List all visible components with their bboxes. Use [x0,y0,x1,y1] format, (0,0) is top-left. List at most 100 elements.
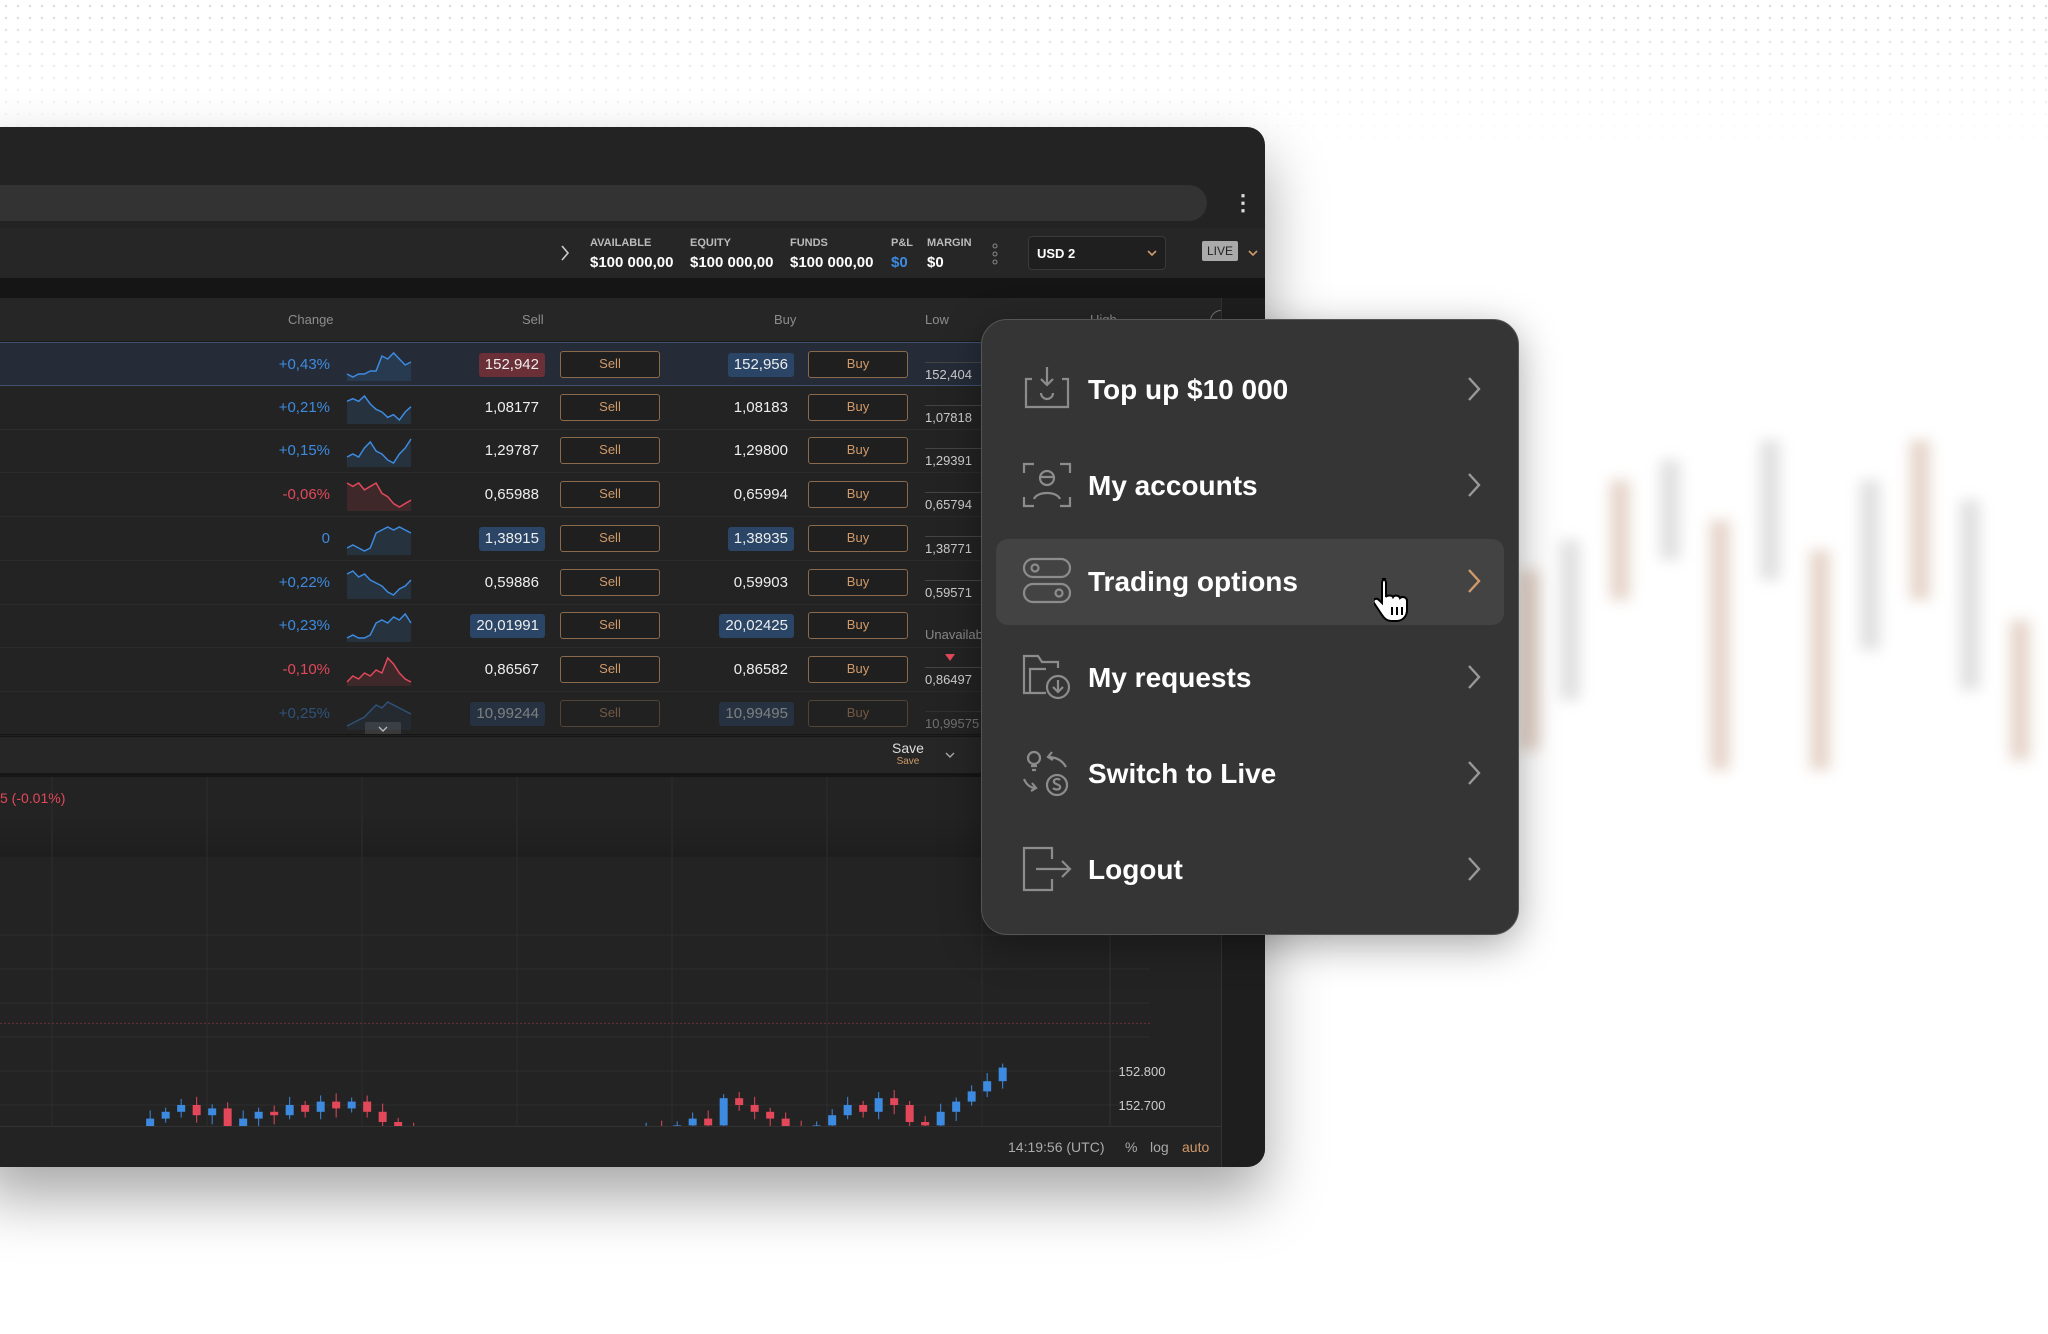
sell-button[interactable]: Sell [560,481,660,509]
header-buy[interactable]: Buy [774,312,796,327]
percent-toggle[interactable]: % [1125,1139,1137,1155]
sell-button[interactable]: Sell [560,393,660,421]
folder-download-icon [1022,654,1071,700]
menu-item-trading-options[interactable]: Trading options [996,539,1504,625]
candle-body [316,1101,325,1112]
buy-button[interactable]: Buy [808,351,908,378]
menu-item-label: My requests [1088,662,1252,693]
buy-price: 0,59903 [733,573,788,591]
chevron-right-icon [1468,665,1481,689]
chevron-down-icon[interactable] [945,752,955,759]
funds-stat: FUNDS $100 000,00 [790,237,873,271]
hand-pointer-cursor-icon [1374,578,1408,622]
change-value: +0,43% [278,356,330,373]
buy-price: 0,65994 [733,486,788,504]
sparkline [346,351,412,381]
y-tick-label: 152.800 [1119,1064,1166,1079]
candle-body [363,1101,372,1112]
buy-button[interactable]: Buy [808,524,908,552]
chevron-right-icon[interactable] [560,244,570,262]
candle-body [719,1098,728,1126]
save-button[interactable]: Save Save [892,740,924,767]
divider [0,278,1265,298]
chevron-down-icon[interactable] [1248,250,1258,258]
sell-price: 10,99244 [470,701,545,726]
candle-body [192,1105,201,1116]
candle-body [254,1111,263,1119]
buy-price: 1,38935 [727,526,794,551]
sell-button[interactable]: Sell [560,568,660,596]
sparkline [346,612,412,643]
candle-body [347,1101,356,1109]
log-toggle[interactable]: log [1150,1139,1169,1155]
buy-button[interactable]: Buy [808,393,908,421]
sell-price: 0,65988 [484,486,539,504]
blurred-candle [2010,620,2030,760]
low-value: 1,38771 [925,535,983,556]
kebab-icon[interactable]: ⋮ [1232,192,1254,214]
change-value: +0,15% [278,442,330,460]
buy-button[interactable]: Buy [808,612,908,640]
margin-stat: MARGIN $0 [927,237,972,271]
candle-body [766,1111,775,1119]
buy-button[interactable]: Buy [808,568,908,596]
buy-button[interactable]: Buy [808,481,908,509]
candle-body [285,1105,294,1116]
blurred-candle [1560,540,1580,700]
candle-body [859,1105,868,1112]
sell-button[interactable]: Sell [560,437,660,465]
candle-body [704,1118,713,1126]
live-badge[interactable]: LIVE [1202,241,1239,261]
candle-body [874,1098,883,1112]
address-bar[interactable] [0,185,1207,221]
logout-icon [1022,846,1072,892]
sell-button[interactable]: Sell [560,351,660,378]
candle-body [905,1105,914,1122]
menu-item-my-accounts[interactable]: My accounts [996,443,1504,529]
candle-body [223,1108,232,1127]
sparkline-area [347,353,411,381]
sparkline [346,482,412,512]
sparkline [346,569,412,599]
buy-button[interactable]: Buy [808,437,908,465]
sell-button[interactable]: Sell [560,524,660,552]
menu-item-top-up[interactable]: Top up $10 000 [996,347,1504,433]
sell-price: 152,942 [478,353,545,377]
sell-price: 1,38915 [478,526,545,551]
candle-body [921,1122,930,1126]
blurred-candle [1860,480,1880,650]
menu-item-label: Trading options [1088,566,1298,597]
y-tick-label: 152.700 [1119,1098,1166,1113]
more-options-icon[interactable] [991,242,999,266]
buy-button[interactable]: Buy [808,655,908,683]
candle-body [750,1105,759,1112]
sparkline [346,656,412,686]
chevron-down-icon [1147,250,1157,257]
buy-button[interactable]: Buy [808,699,908,727]
pnl-value: $0 [891,254,908,271]
menu-item-label: My accounts [1088,470,1258,501]
account-select[interactable]: USD 2 [1028,236,1166,270]
sell-button[interactable]: Sell [560,612,660,640]
sparkline [346,394,412,424]
header-sell[interactable]: Sell [522,312,544,327]
account-bar: AVAILABLE $100 000,00 EQUITY $100 000,00 F… [0,228,1265,278]
margin-label: MARGIN [927,237,972,249]
menu-item-switch-to-live[interactable]: Switch to Live [996,731,1504,817]
sparkline [346,438,412,468]
save-sublabel: Save [896,756,920,767]
sell-button[interactable]: Sell [560,699,660,727]
blurred-candle [1520,570,1540,750]
header-low[interactable]: Low [925,312,949,327]
low-value: 10,99575 [925,710,983,731]
menu-item-my-requests[interactable]: My requests [996,635,1504,721]
equity-stat: EQUITY $100 000,00 [690,237,773,271]
change-value: -0,06% [282,486,330,504]
available-label: AVAILABLE [590,237,652,249]
change-value: +0,22% [278,573,330,591]
candle-body [378,1111,387,1122]
auto-toggle[interactable]: auto [1182,1139,1209,1155]
sell-button[interactable]: Sell [560,655,660,683]
header-change[interactable]: Change [288,312,334,327]
menu-item-logout[interactable]: Logout [996,827,1504,913]
